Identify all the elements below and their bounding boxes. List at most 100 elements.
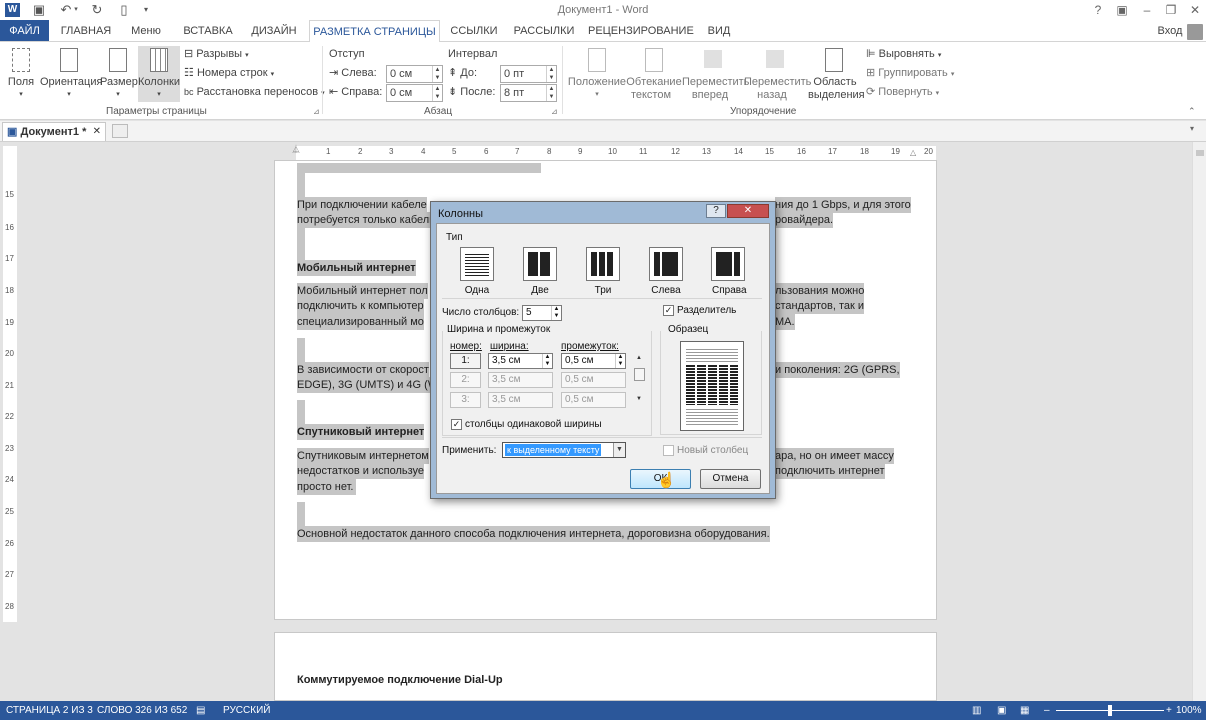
page-setup-launcher-icon[interactable]: ⊿ [313,107,320,116]
spinner-arrows-icon[interactable]: ▲ ▼ [546,85,556,101]
scroll-up-icon[interactable]: ▲ [636,355,642,361]
page-count[interactable]: СТРАНИЦА 2 ИЗ 3 [6,701,93,720]
section-heading[interactable]: Мобильный интернет [297,260,416,276]
equal-width-label[interactable]: столбцы одинаковой ширины [465,419,602,430]
paragraph-line[interactable]: специализированный мо [297,314,424,330]
tab-menu[interactable]: Меню [122,20,170,42]
paragraph-line[interactable]: В зависимости от скорост [297,362,429,378]
minimize-icon[interactable]: – [1136,1,1158,19]
language[interactable]: РУССКИЙ [223,701,270,720]
tab-mailings[interactable]: РАССЫЛКИ [509,20,579,42]
document-page-2[interactable] [274,632,937,701]
proofing-icon[interactable]: ▤ [196,701,205,720]
preset-right-icon[interactable] [711,247,745,281]
breaks-button[interactable]: ⊟ Разрывы ▾ [184,46,304,62]
cancel-button[interactable]: Отмена [700,469,761,489]
line-numbers-button[interactable]: ☷ Номера строк ▾ [184,65,304,81]
preset-three-icon[interactable] [586,247,620,281]
paragraph-line[interactable]: льзования можно [775,283,865,299]
document-tab[interactable]: ▣ Документ1 * ✕ [2,122,106,141]
scroll-thumb[interactable] [1196,150,1204,156]
paragraph-line[interactable]: ровайдера. [775,212,834,228]
separator-label[interactable]: Разделитель [677,305,736,316]
section-heading[interactable]: Коммутируемое подключение Dial-Up [297,672,503,688]
hyphenation-button[interactable]: bc Расстановка переносов ▾ [184,84,325,100]
restore-icon[interactable]: ❐ [1160,1,1182,19]
vertical-ruler[interactable]: 15 16 17 18 19 20 21 22 23 24 25 26 27 2… [3,146,17,622]
zoom-slider-thumb[interactable] [1108,705,1112,716]
tab-bar-scroll-icon[interactable]: ▾ [1190,124,1194,133]
tab-review[interactable]: РЕЦЕНЗИРОВАНИЕ [588,20,694,42]
tab-home[interactable]: ГЛАВНАЯ [55,20,117,42]
print-layout-icon[interactable]: ▣ [997,701,1006,720]
separator-checkbox[interactable]: ✓ [663,305,674,316]
tab-insert[interactable]: ВСТАВКА [176,20,240,42]
align-button[interactable]: ⊫ Выровнять ▾ [866,46,966,62]
paragraph-line[interactable]: подключить интернет [775,463,885,479]
dialog-help-button[interactable]: ? [706,204,726,218]
num-columns-input[interactable]: 5 ▲ ▼ [522,305,562,321]
tab-design[interactable]: ДИЗАЙН [246,20,302,42]
zoom-level[interactable]: 100% [1176,701,1202,720]
column-width-input[interactable]: 3,5 см ▲ ▼ [488,353,553,369]
preset-two-icon[interactable] [523,247,557,281]
preset-right-label[interactable]: Справа [712,285,747,296]
tab-file[interactable]: ФАЙЛ [0,20,49,42]
apply-to-select[interactable]: к выделенному тексту ▼ [502,442,626,458]
dialog-close-button[interactable]: ✕ [727,204,769,218]
paragraph-line[interactable]: потребуется только кабель [297,212,435,228]
selection-pane-button[interactable]: Область выделения [808,46,865,102]
spacing-after-input[interactable]: 8 пт ▲ ▼ [500,84,557,102]
column-gap-input[interactable]: 0,5 см ▲ ▼ [561,353,626,369]
preset-one-label[interactable]: Одна [461,285,493,296]
avatar[interactable] [1187,24,1203,40]
paragraph-line[interactable]: просто нет. [297,479,357,495]
paragraph-line[interactable]: EDGE), 3G (UMTS) и 4G (W [297,377,439,393]
paragraph-line[interactable]: ния до 1 Gbps, и для этого [775,197,911,213]
spinner-arrows-icon[interactable]: ▲ ▼ [542,354,552,368]
column-width-input[interactable]: 3,5 см [488,392,553,408]
new-tab-icon[interactable] [112,124,128,138]
section-heading[interactable]: Спутниковый интернет [297,424,425,440]
preset-left-icon[interactable] [649,247,683,281]
paragraph-line[interactable]: подключить к компьютер [297,298,424,314]
column-width-input[interactable]: 3,5 см [488,372,553,388]
zoom-out-icon[interactable]: – [1044,701,1050,720]
indent-marker-icon[interactable]: ⏅ [292,144,300,155]
spinner-arrows-icon[interactable]: ▲ ▼ [615,354,625,368]
paragraph-line[interactable]: Спутниковым интернетом [297,448,429,464]
indent-left-input[interactable]: 0 см ▲ ▼ [386,65,443,83]
scroll-down-icon[interactable]: ▼ [636,396,642,402]
preset-one-icon[interactable] [460,247,494,281]
collapse-ribbon-icon[interactable]: ⌃ [1188,106,1196,117]
tab-references[interactable]: ССЫЛКИ [446,20,502,42]
help-icon[interactable]: ? [1087,1,1109,19]
web-layout-icon[interactable]: ▦ [1020,701,1029,720]
size-button[interactable]: Размер ▾ [100,46,138,102]
paragraph-line[interactable]: стандартов, так и [775,298,865,314]
indent-right-input[interactable]: 0 см ▲ ▼ [386,84,443,102]
group-button[interactable]: ⊞ Группировать ▾ [866,65,966,81]
tab-view[interactable]: ВИД [700,20,738,42]
spinner-arrows-icon[interactable]: ▲ ▼ [432,85,442,101]
paragraph-line[interactable]: и поколения: 2G (GPRS, [775,362,900,378]
paragraph-launcher-icon[interactable]: ⊿ [551,107,558,116]
tab-page-layout[interactable]: РАЗМЕТКА СТРАНИЦЫ [309,20,440,42]
spinner-arrows-icon[interactable]: ▲ ▼ [432,66,442,82]
right-indent-marker-icon[interactable]: △ [910,148,916,157]
position-button[interactable]: Положение ▾ [566,46,628,102]
orientation-button[interactable]: Ориентация ▾ [40,46,102,102]
column-gap-input[interactable]: 0,5 см [561,392,626,408]
paragraph-line[interactable]: При подключении кабеле [297,197,427,213]
spacing-before-input[interactable]: 0 пт ▲ ▼ [500,65,557,83]
column-gap-input[interactable]: 0,5 см [561,372,626,388]
paragraph-line[interactable]: Мобильный интернет пол [297,283,428,299]
send-backward-button[interactable]: Переместить назад [744,46,811,102]
paragraph-line[interactable]: МА. [775,314,795,330]
ribbon-display-icon[interactable]: ▣ [1111,1,1133,19]
bring-forward-button[interactable]: Переместить вперед [682,46,749,102]
preset-left-label[interactable]: Слева [650,285,682,296]
zoom-slider[interactable] [1056,705,1164,716]
scroll-thumb[interactable] [634,368,645,381]
new-column-label[interactable]: Новый столбец [677,445,748,456]
